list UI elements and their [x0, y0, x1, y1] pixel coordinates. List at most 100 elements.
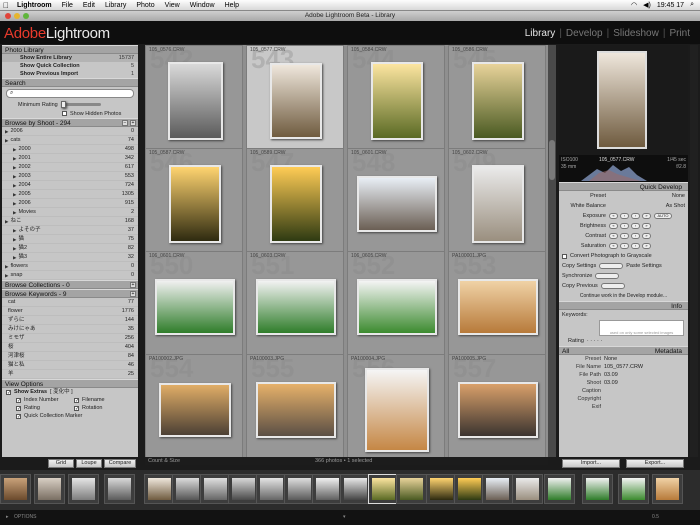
disclosure-triangle-icon[interactable]: ▶ [5, 271, 8, 279]
photo-thumbnail[interactable] [357, 176, 437, 232]
copy-settings-button[interactable] [599, 263, 624, 269]
menu-library[interactable]: Library [100, 2, 131, 9]
photo-thumbnail[interactable] [365, 368, 429, 452]
disclosure-triangle-icon[interactable]: ▶ [13, 181, 16, 189]
keyword-item[interactable]: cat 77 [2, 298, 138, 307]
filmstrip-thumbnail[interactable] [104, 474, 135, 504]
shoot-item[interactable]: ▶ Movies 2 [2, 208, 138, 217]
browse-by-shoot-header[interactable]: Browse by Shoot - 294 − + [2, 118, 138, 127]
module-slideshow[interactable]: Slideshow [609, 28, 663, 39]
filmstrip-thumbnail[interactable] [0, 474, 31, 504]
white-balance-select[interactable]: As Shot [666, 203, 685, 209]
show-hidden-checkbox[interactable] [62, 111, 67, 116]
develop-step-button[interactable]: ‹ [620, 243, 629, 249]
option-filename[interactable]: ✓ Filename [74, 396, 132, 404]
disclosure-triangle-icon[interactable]: ▶ [5, 217, 8, 225]
metadata-header[interactable]: All Metadata [559, 346, 688, 355]
shoot-item[interactable]: ▶ 2002 617 [2, 163, 138, 172]
shoot-item[interactable]: ▶ 2001 342 [2, 154, 138, 163]
menu-help[interactable]: Help [220, 2, 244, 9]
develop-step-button[interactable]: « [609, 223, 618, 229]
module-library[interactable]: Library [521, 28, 560, 39]
filmstrip-thumbnail[interactable] [68, 474, 99, 504]
module-print[interactable]: Print [665, 28, 694, 39]
disclosure-triangle-icon[interactable]: ▶ [13, 208, 16, 216]
metadata-value[interactable]: 03.09 [604, 372, 618, 378]
disclosure-triangle-icon[interactable]: ▶ [13, 172, 16, 180]
photo-thumbnail[interactable] [256, 382, 336, 438]
grid-cell[interactable]: 557 PA100005.JPG [448, 353, 546, 457]
filename-checkbox[interactable]: ✓ [74, 397, 79, 403]
keyword-item[interactable]: ミモザ 256 [2, 334, 138, 343]
grid-cell[interactable]: 548 105_0601.CRW [347, 147, 445, 252]
grid-cell[interactable]: 553 PA100001.JPG [448, 250, 546, 355]
menu-view[interactable]: View [160, 2, 185, 9]
develop-step-button[interactable]: « [609, 243, 618, 249]
filmstrip-thumbnail[interactable] [144, 474, 175, 504]
develop-step-button[interactable]: » [642, 233, 651, 239]
disclosure-triangle-icon[interactable]: ▶ [13, 145, 16, 153]
filmstrip-thumbnail[interactable] [312, 474, 343, 504]
develop-step-button[interactable]: » [642, 213, 651, 219]
filmstrip-thumbnail[interactable] [652, 474, 683, 504]
develop-step-button[interactable]: ‹ [620, 233, 629, 239]
wifi-icon[interactable]: ◠ [631, 1, 637, 9]
disclosure-triangle-icon[interactable]: ▶ [13, 190, 16, 198]
grid-scrollbar[interactable] [548, 45, 556, 457]
quick-collection-checkbox[interactable]: ✓ [16, 413, 21, 419]
grid-cell[interactable]: 545 105_0586.CRW [448, 45, 546, 149]
grid-cell[interactable]: 544 105_0584.CRW [347, 45, 445, 149]
develop-step-button[interactable]: « [609, 233, 618, 239]
export-button[interactable]: Export... [626, 459, 684, 468]
menu-app[interactable]: Lightroom [12, 2, 57, 9]
volume-icon[interactable]: ◀) [643, 1, 651, 9]
photo-thumbnail[interactable] [256, 279, 336, 335]
browse-collections-header[interactable]: Browse Collections - 0 + [2, 280, 138, 289]
shoot-item[interactable]: ▶ 2005 1305 [2, 190, 138, 199]
show-previous-import[interactable]: Show Previous Import 1 [2, 70, 138, 78]
index-number-checkbox[interactable]: ✓ [16, 397, 21, 403]
right-panel-scrollbar[interactable] [690, 45, 698, 457]
shoot-item[interactable]: ▶ 2006 915 [2, 199, 138, 208]
grid-cell[interactable]: 542 105_0576.CRW [145, 45, 243, 149]
show-entire-library[interactable]: Show Entire Library 15737 [2, 54, 138, 62]
grid-scroll-thumb[interactable] [549, 140, 555, 180]
menu-edit[interactable]: Edit [78, 2, 100, 9]
develop-control-buttons[interactable]: «‹ ›» [609, 223, 651, 229]
disclosure-triangle-icon[interactable]: ▶ [5, 262, 8, 270]
thumbnail-zoom[interactable]: 0.5 [652, 514, 659, 520]
grayscale-checkbox[interactable] [562, 253, 567, 259]
photo-thumbnail[interactable] [169, 165, 221, 243]
apple-menu-icon[interactable]:  [0, 1, 12, 10]
keyword-item[interactable]: 猫と私 46 [2, 361, 138, 370]
photo-thumbnail[interactable] [159, 383, 231, 437]
shoot-item[interactable]: ▶ 2006 0 [2, 127, 138, 136]
photo-thumbnail[interactable] [371, 62, 423, 140]
keyword-item[interactable]: ずらに 144 [2, 316, 138, 325]
browse-keywords-header[interactable]: Browse Keywords - 9 + [2, 289, 138, 298]
shoot-item[interactable]: ▶ cats 74 [2, 136, 138, 145]
filmstrip-thumbnail[interactable] [200, 474, 231, 504]
menu-window[interactable]: Window [185, 2, 220, 9]
filmstrip-thumbnail[interactable] [426, 474, 457, 504]
filmstrip-thumbnail[interactable] [172, 474, 203, 504]
auto-tone-button[interactable]: AUTO [654, 213, 672, 219]
rotation-checkbox[interactable]: ✓ [74, 405, 79, 411]
keyword-item[interactable]: 羊 25 [2, 370, 138, 379]
add-shoot-button[interactable]: + [130, 120, 136, 126]
keyword-item[interactable]: flower 1776 [2, 307, 138, 316]
grid-cell[interactable]: 556PA100004.JPG [347, 353, 445, 457]
photo-thumbnail[interactable] [155, 279, 235, 335]
import-button[interactable]: Import... [562, 459, 620, 468]
develop-step-button[interactable]: › [631, 243, 640, 249]
option-index-number[interactable]: ✓ Index Number [16, 396, 74, 404]
filmstrip-thumbnail[interactable] [34, 474, 65, 504]
view-options-header[interactable]: View Options [2, 379, 138, 388]
photo-thumbnail[interactable] [270, 165, 322, 243]
extras-mode[interactable]: [ 変化中 ] [50, 388, 73, 396]
metadata-value[interactable]: 03.09 [604, 380, 618, 386]
filmstrip-thumbnail[interactable] [256, 474, 287, 504]
zoom-window-button[interactable] [23, 13, 29, 19]
disclosure-triangle-icon[interactable]: ▶ [13, 226, 16, 234]
disclosure-triangle-icon[interactable]: ▶ [5, 136, 8, 144]
